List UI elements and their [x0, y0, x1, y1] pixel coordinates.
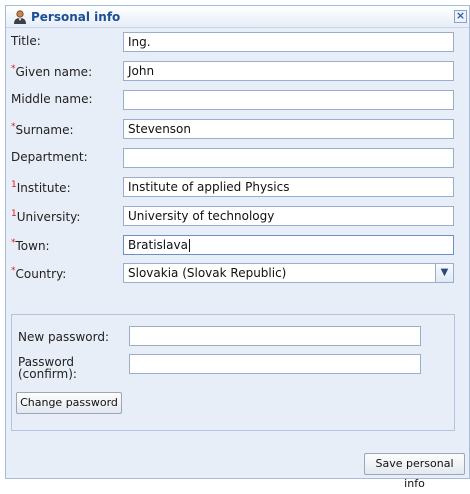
personal-info-panel: Personal info × Title: Ing. *Given name:… [5, 5, 470, 490]
given-name-row: *Given name: John [6, 60, 469, 82]
university-label: 1University: [11, 209, 81, 224]
given-name-label: *Given name: [11, 64, 93, 79]
middle-name-input[interactable] [123, 90, 454, 110]
save-personal-info-button[interactable]: Save personal info [364, 453, 465, 490]
university-input[interactable]: University of technology [123, 206, 454, 226]
department-input[interactable] [123, 148, 454, 168]
password-confirm-label: Password (confirm): [18, 355, 77, 381]
text-cursor [188, 239, 190, 252]
institute-label: 1Institute: [11, 180, 71, 195]
town-input[interactable]: Bratislava [123, 235, 454, 255]
town-row: *Town: Bratislava [6, 234, 469, 256]
password-section: New password: Password (confirm): Change… [11, 314, 455, 431]
user-icon [14, 10, 26, 24]
surname-input[interactable]: Stevenson [123, 119, 454, 139]
surname-row: *Surname: Stevenson [6, 118, 469, 140]
title-label: Title: [11, 34, 41, 48]
university-row: 1University: University of technology [6, 205, 469, 227]
middle-name-label: Middle name: [11, 92, 93, 106]
close-icon: × [455, 9, 466, 22]
password-confirm-input[interactable] [129, 354, 421, 374]
title-input[interactable]: Ing. [123, 32, 454, 52]
new-password-label: New password: [18, 330, 110, 344]
institute-input[interactable]: Institute of applied Physics [123, 177, 454, 197]
department-row: Department: [6, 147, 469, 169]
new-password-input[interactable] [129, 326, 421, 346]
title-row: Title: Ing. [6, 31, 469, 53]
panel-title: Personal info [31, 10, 121, 24]
given-name-input[interactable]: John [123, 61, 454, 81]
chevron-down-icon[interactable]: ▼ [435, 264, 453, 282]
surname-label: *Surname: [11, 122, 74, 137]
country-row: *Country: Slovakia (Slovak Republic) ▼ [6, 262, 469, 284]
panel-header: Personal info × [6, 6, 469, 28]
institute-row: 1Institute: Institute of applied Physics [6, 176, 469, 198]
department-label: Department: [11, 150, 88, 164]
close-button[interactable]: × [454, 10, 467, 23]
country-select[interactable]: Slovakia (Slovak Republic) ▼ [123, 263, 454, 283]
change-password-button[interactable]: Change password [16, 392, 122, 414]
country-label: *Country: [11, 266, 67, 281]
town-label: *Town: [11, 238, 50, 253]
middle-name-row: Middle name: [6, 89, 469, 111]
